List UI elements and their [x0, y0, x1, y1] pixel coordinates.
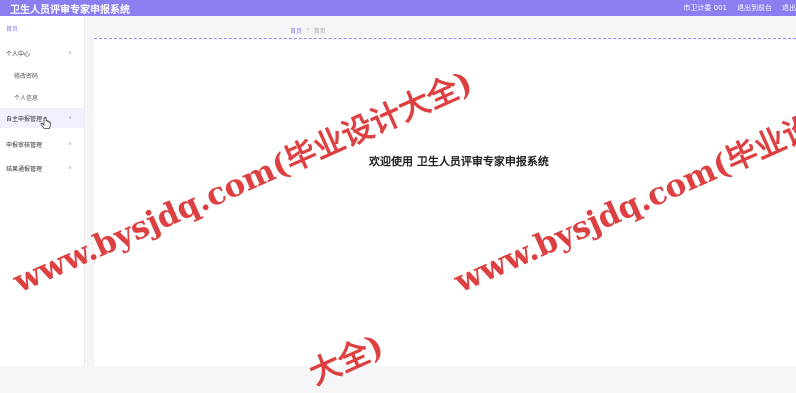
sidebar-item-personal-center[interactable]: 个人中心 ∨ [0, 43, 84, 63]
main-content: 欢迎使用 卫生人员评审专家申报系统 [94, 40, 796, 366]
sidebar-item-home[interactable]: 首页 [6, 24, 18, 33]
breadcrumb-home-link[interactable]: 首页 [290, 26, 302, 35]
sidebar-item-review-management[interactable]: 申报审核管理 ∨ [0, 134, 84, 154]
sidebar: 首页 个人中心 ∨ 修改密码 个人信息 自主申报管理 ∨ 申报审核管理 ∨ 结果… [0, 16, 85, 366]
sidebar-item-change-password[interactable]: 修改密码 [0, 65, 84, 85]
sidebar-item-label: 个人中心 [6, 50, 31, 58]
chevron-down-icon: ∨ [68, 115, 72, 121]
sidebar-item-label: 自主申报管理 [6, 115, 43, 123]
app-title: 卫生人员评审专家申报系统 [10, 4, 130, 16]
chevron-down-icon: ∨ [68, 141, 72, 147]
sidebar-item-label: 申报审核管理 [6, 141, 43, 149]
sidebar-item-result-notice[interactable]: 结果通报管理 ∨ [0, 158, 84, 178]
chevron-down-icon: ∨ [68, 50, 72, 56]
exit-link[interactable]: 退出 [782, 3, 796, 13]
header-actions: 市卫计委 001 退出到前台 退出 [683, 3, 796, 13]
breadcrumb-current: 首页 [313, 28, 326, 35]
current-user-label: 市卫计委 001 [683, 4, 727, 12]
breadcrumb-trail: 首页 » 首页 [290, 26, 326, 35]
breadcrumb: 首页 » 首页 [94, 26, 796, 39]
sidebar-item-label: 个人信息 [14, 94, 39, 102]
sidebar-item-label: 结果通报管理 [6, 165, 43, 173]
chevron-down-icon: ∨ [68, 165, 72, 171]
welcome-message: 欢迎使用 卫生人员评审专家申报系统 [369, 155, 549, 168]
breadcrumb-separator: » [306, 26, 310, 33]
hand-cursor-icon [40, 117, 51, 130]
sidebar-item-label: 修改密码 [14, 72, 39, 80]
sidebar-item-personal-info[interactable]: 个人信息 [0, 87, 84, 107]
exit-to-frontend-link[interactable]: 退出到前台 [737, 3, 772, 13]
top-header-bar: 卫生人员评审专家申报系统 市卫计委 001 退出到前台 退出 [0, 0, 796, 16]
